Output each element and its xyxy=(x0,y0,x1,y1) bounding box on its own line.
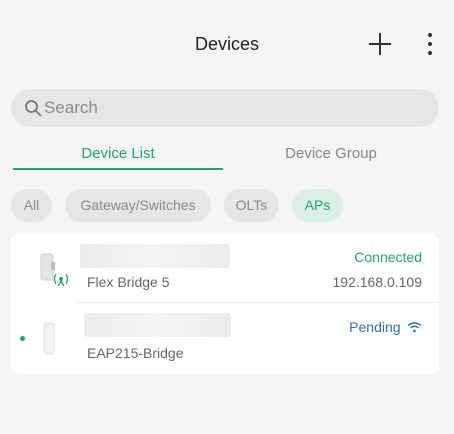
tab-device-group[interactable]: Device Group xyxy=(226,145,436,171)
add-device-button[interactable] xyxy=(366,30,394,58)
more-options-button[interactable] xyxy=(420,30,440,58)
device-status: Connected xyxy=(354,249,422,265)
app-header: Devices xyxy=(0,0,454,88)
filter-gateway-switches[interactable]: Gateway/Switches xyxy=(65,189,211,222)
device-status-group: Pending xyxy=(280,319,422,337)
redacted-device-label xyxy=(80,244,230,268)
search-icon xyxy=(25,100,42,117)
device-name: EAP215-Bridge xyxy=(87,345,184,361)
filter-aps[interactable]: APs xyxy=(292,189,343,222)
ap-device-icon xyxy=(43,322,55,355)
new-device-dot xyxy=(20,336,25,341)
filter-olts[interactable]: OLTs xyxy=(224,189,279,222)
redacted-device-label xyxy=(84,313,231,337)
outdoor-ap-icon xyxy=(40,253,69,287)
search-bar[interactable] xyxy=(11,89,439,127)
filter-all[interactable]: All xyxy=(11,189,52,222)
plus-icon xyxy=(369,33,391,55)
active-tab-indicator xyxy=(13,168,223,170)
search-input[interactable] xyxy=(44,89,424,127)
device-name: Flex Bridge 5 xyxy=(87,274,170,290)
more-vertical-icon xyxy=(428,33,432,55)
device-ip: 192.168.0.109 xyxy=(332,274,422,290)
wifi-icon xyxy=(407,322,422,333)
device-status: Pending xyxy=(349,319,401,335)
